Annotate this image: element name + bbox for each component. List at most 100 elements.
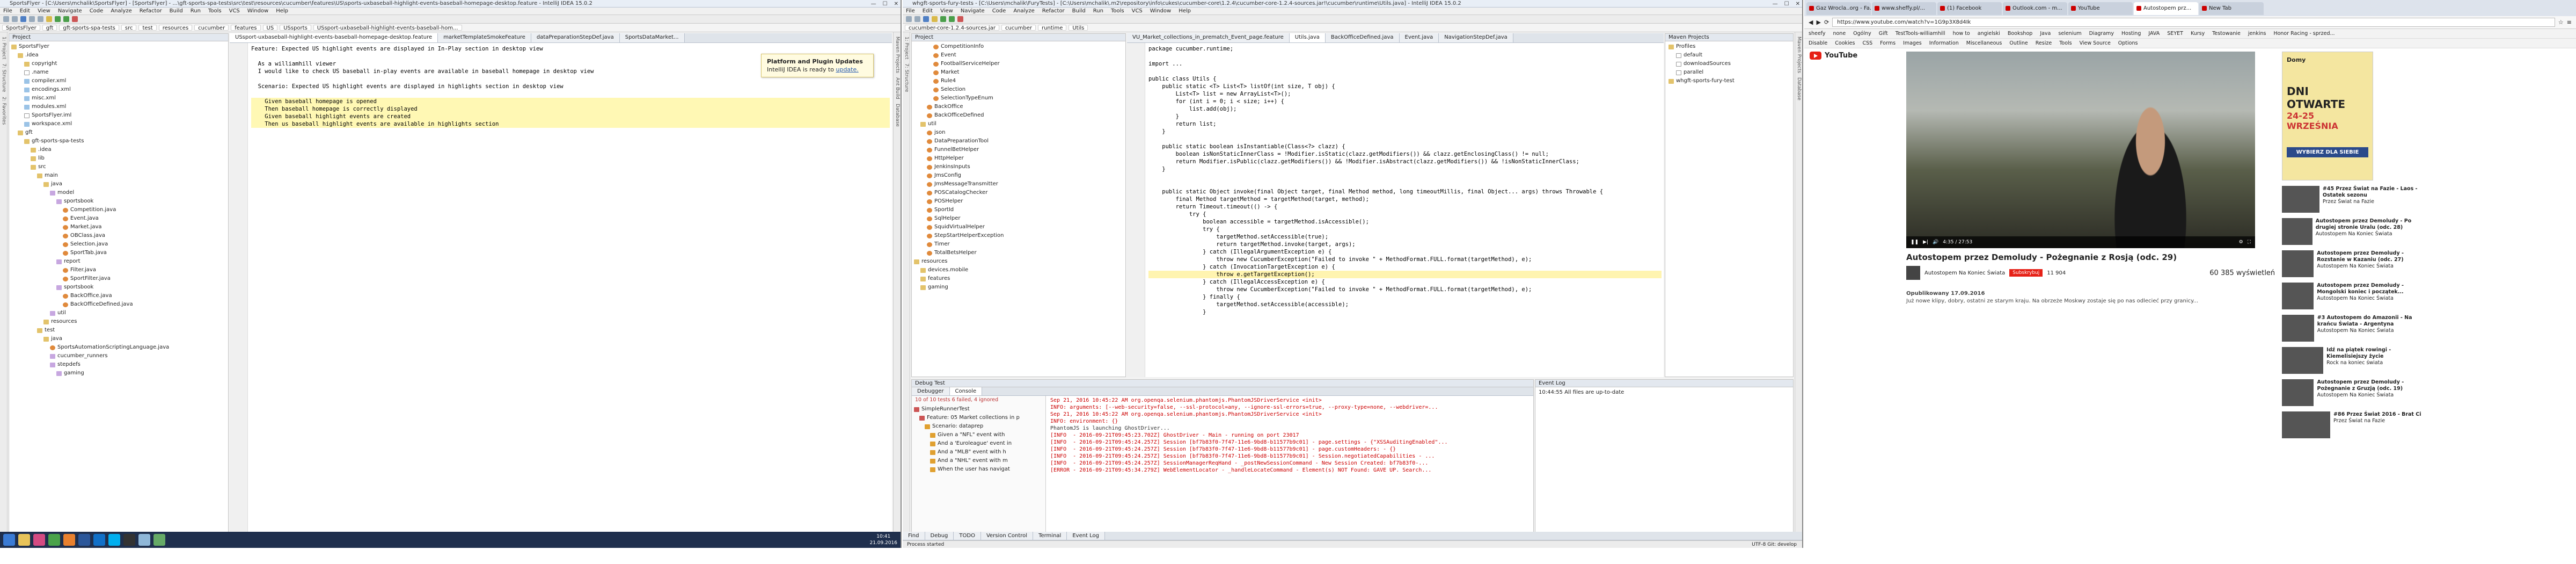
build-icon[interactable] [46, 16, 52, 22]
start-icon[interactable] [3, 534, 15, 546]
tree-node[interactable]: Selection.java [9, 240, 228, 249]
tree-node[interactable]: Market [912, 68, 1125, 77]
related-video[interactable]: Autostopem przez Demoludy - Po drugiej s… [2282, 218, 2432, 245]
tree-node[interactable]: SquidVirtualHelper [912, 223, 1125, 232]
video-thumbnail[interactable] [2282, 283, 2314, 309]
breadcrumb-item[interactable]: cucumber-core-1.2.4-sources.jar [905, 25, 999, 31]
app-icon[interactable] [153, 534, 165, 546]
breadcrumb-item[interactable]: USsport-uxbaseball-highlight-events-base… [313, 25, 462, 31]
bookmark-item[interactable]: Honor Racing - sprzed... [2273, 29, 2334, 38]
webdev-menu-item[interactable]: Disable [1809, 39, 1827, 48]
maven-node[interactable]: default [1665, 51, 1793, 60]
tree-node[interactable]: stepdefs [9, 360, 228, 369]
tree-node[interactable]: TotalBetsHelper [912, 249, 1125, 257]
update-notification[interactable]: Platform and Plugin Updates IntelliJ IDE… [761, 54, 874, 77]
bookmark-item[interactable]: how to [1953, 29, 1970, 38]
close-icon[interactable]: ✕ [894, 1, 898, 7]
debug-icon[interactable] [949, 16, 955, 22]
back-icon[interactable]: ◀ [1809, 19, 1813, 26]
tree-node[interactable]: .name [9, 68, 228, 77]
tree-node[interactable]: Event [912, 51, 1125, 60]
database-tool-tab[interactable]: Database [895, 104, 900, 127]
test-node[interactable]: Feature: 05 Market collections in p [912, 414, 1045, 422]
tree-node[interactable]: OBClass.java [9, 232, 228, 240]
menu-item-tools[interactable]: Tools [208, 8, 222, 15]
breadcrumb-item[interactable]: resources [158, 25, 193, 31]
database-tool-tab[interactable]: Database [1796, 77, 1802, 100]
tree-node[interactable]: gaming [9, 369, 228, 378]
tree-node[interactable]: BackOffice [912, 103, 1125, 111]
menu-item-vcs[interactable]: VCS [1132, 8, 1143, 15]
tree-node[interactable]: DataPreparationTool [912, 137, 1125, 146]
ant-build-tool-tab[interactable]: Ant Build [895, 77, 900, 99]
tree-node[interactable]: cucumber_runners [9, 352, 228, 360]
tree-node[interactable]: HttpHelper [912, 154, 1125, 163]
test-node[interactable]: Scenario: dataprep [912, 422, 1045, 431]
related-video[interactable]: Autostopem przez Demoludy - Mongolski ko… [2282, 283, 2432, 309]
open-icon[interactable] [906, 16, 912, 22]
youtube-brand[interactable]: YouTube [1825, 52, 1857, 60]
menu-item-build[interactable]: Build [1072, 8, 1086, 15]
menu-item-vcs[interactable]: VCS [229, 8, 240, 15]
open-icon[interactable] [3, 16, 9, 22]
menu-icon[interactable]: ≡ [2567, 19, 2572, 26]
related-video[interactable]: #86 Przez Świat 2016 - Brat Ci Przez Świa… [2282, 411, 2432, 438]
update-link[interactable]: update. [836, 66, 859, 73]
tree-node[interactable]: compiler.xml [9, 77, 228, 85]
favorites-tool-tab[interactable]: 2: Favorites [1, 97, 6, 125]
browser-tab[interactable]: (1) Facebook [1937, 2, 2002, 15]
project-tool-tab[interactable]: 1: Project [1, 37, 6, 59]
browser-tab[interactable]: www.sheffy.pl/... [1872, 2, 1936, 15]
tree-node[interactable]: copyright [9, 60, 228, 68]
minimize-icon[interactable]: — [1773, 1, 1778, 7]
tree-node[interactable]: Event.java [9, 214, 228, 223]
menu-item-window[interactable]: Window [247, 8, 268, 15]
structure-tool-tab[interactable]: 7: Structure [904, 63, 909, 92]
tree-node[interactable]: gft [9, 128, 228, 137]
forward-icon[interactable]: ▶ [1816, 19, 1820, 26]
debug-tab[interactable]: Console [949, 387, 983, 395]
video-thumbnail[interactable] [2282, 218, 2312, 245]
webdev-menu-item[interactable]: Resize [2036, 39, 2052, 48]
build-icon[interactable] [932, 16, 938, 22]
video-thumbnail[interactable] [2282, 411, 2330, 438]
tree-node[interactable]: SportsAutomationScriptingLanguage.java [9, 343, 228, 352]
menu-item-code[interactable]: Code [90, 8, 104, 15]
tree-node[interactable]: test [9, 326, 228, 335]
channel-name[interactable]: Autostopem Na Koniec Świata [1924, 270, 2005, 276]
fullscreen-icon[interactable]: ⛶ [2248, 240, 2251, 245]
tree-node[interactable]: gaming [912, 283, 1125, 292]
bookmark-item[interactable]: none [1833, 29, 1846, 38]
maven-node[interactable]: Profiles [1665, 42, 1793, 51]
tree-node[interactable]: JmsMessageTransmitter [912, 180, 1125, 189]
webdev-menu-item[interactable]: CSS [1862, 39, 1872, 48]
video-player[interactable]: ❚❚ ▶| 🔊 4:35 / 27:53 ⚙ ⛶ [1906, 52, 2255, 248]
tree-node[interactable]: resources [9, 317, 228, 326]
firefox-icon[interactable] [63, 534, 75, 546]
maven-tool-tab[interactable]: Maven Projects [1796, 37, 1802, 73]
tree-node[interactable]: BackOfficeDefined.java [9, 300, 228, 309]
menu-item-analyze[interactable]: Analyze [1013, 8, 1034, 15]
tree-node[interactable]: POSCatalogChecker [912, 189, 1125, 197]
window-title-bar[interactable]: SportsFlyer - [C:\Users\mchalik\SportsFl… [0, 0, 901, 8]
webdev-menu-item[interactable]: View Source [2080, 39, 2111, 48]
bookmark-item[interactable]: TestTools-williamhill [1896, 29, 1945, 38]
related-video[interactable]: Idź na piątek rowingi - Kiemelisiejszy ż… [2282, 347, 2432, 374]
browser-tab[interactable]: YouTube [2068, 2, 2133, 15]
tree-node[interactable]: SportId [912, 206, 1125, 214]
breadcrumb-item[interactable]: gft-sports-spa-tests [59, 25, 119, 31]
menu-item-edit[interactable]: Edit [923, 8, 933, 15]
star-icon[interactable]: ☆ [2558, 19, 2564, 26]
menu-item-run[interactable]: Run [1093, 8, 1103, 15]
tree-node[interactable]: misc.xml [9, 94, 228, 103]
tree-node[interactable]: workspace.xml [9, 120, 228, 128]
video-thumbnail[interactable] [2282, 186, 2319, 213]
maven-tool-tab[interactable]: Maven Projects [895, 37, 900, 73]
editor-tab[interactable]: marketTemplateSmokeFeature [438, 33, 531, 42]
test-node[interactable]: And a "MLB" event with h [912, 448, 1045, 457]
tree-node[interactable]: FootballServiceHelper [912, 60, 1125, 68]
menu-item-window[interactable]: Window [1150, 8, 1171, 15]
breadcrumb-item[interactable]: US [262, 25, 278, 31]
chrome-icon[interactable] [48, 534, 60, 546]
test-node[interactable]: Given a "NFL" event with [912, 431, 1045, 439]
